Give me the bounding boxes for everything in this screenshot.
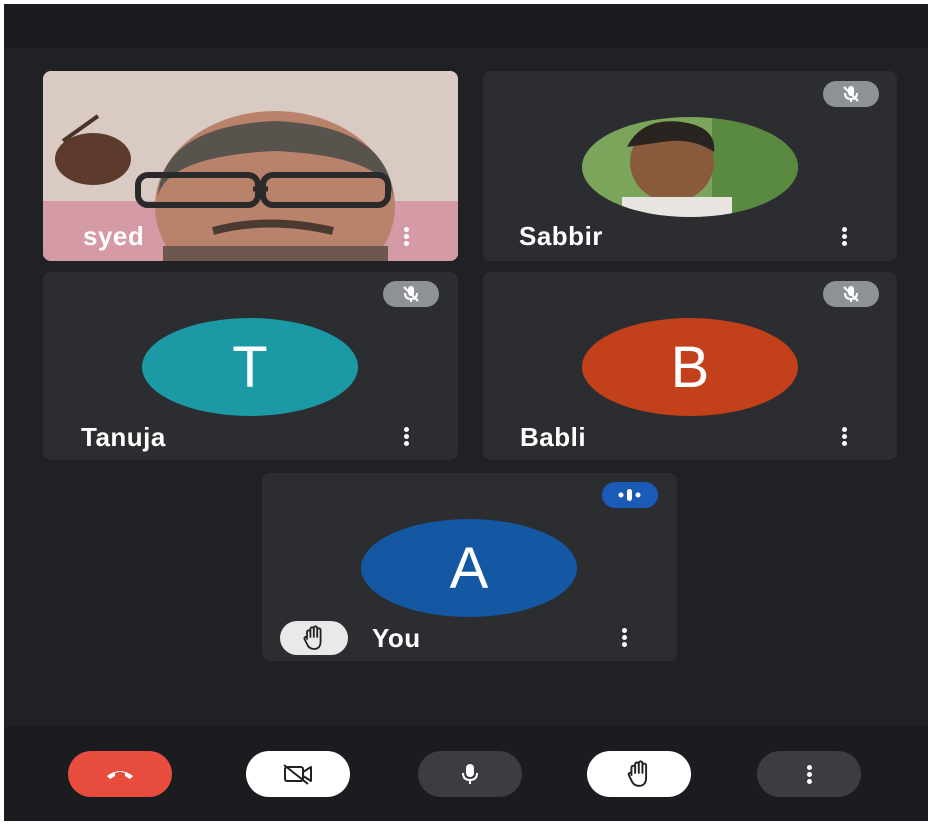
participant-tile-syed[interactable]: syed: [43, 71, 458, 261]
audio-level-icon: [618, 489, 641, 501]
video-off-icon: [283, 764, 312, 785]
more-vert-icon: [806, 763, 812, 786]
profile-photo: [582, 117, 798, 217]
mic-off-icon: [843, 86, 859, 102]
more-options-icon[interactable]: [615, 626, 633, 652]
participant-tile-tanuja[interactable]: T Tanuja: [43, 272, 458, 460]
participant-name: Babli: [520, 422, 587, 452]
raise-hand-button[interactable]: [587, 751, 691, 797]
participant-name: Sabbir: [519, 221, 603, 251]
raise-hand-icon: [627, 760, 648, 787]
mic-off-icon: [403, 286, 419, 302]
participant-name: Tanuja: [81, 422, 166, 452]
participant-tile-sabbir[interactable]: Sabbir: [483, 71, 897, 261]
avatar: T: [142, 318, 358, 416]
participant-tile-babli[interactable]: B Babli: [483, 272, 897, 460]
leave-call-button[interactable]: [68, 751, 172, 797]
mic-off-icon: [843, 286, 859, 302]
more-options-icon[interactable]: [835, 425, 853, 451]
speaking-badge: [602, 482, 658, 508]
more-options-icon[interactable]: [397, 425, 415, 451]
phone-hangup-icon: [107, 771, 133, 779]
participant-tile-you[interactable]: A You: [262, 473, 677, 661]
camera-toggle-button[interactable]: [246, 751, 350, 797]
participant-name: syed: [83, 221, 145, 251]
raise-hand-icon: [303, 625, 322, 650]
more-options-icon[interactable]: [397, 225, 415, 251]
more-options-button[interactable]: [757, 751, 861, 797]
meeting-screen: syed Sabbir T Tanuja B Babli A You: [4, 4, 928, 821]
avatar: A: [361, 519, 577, 617]
microphone-icon: [462, 764, 478, 784]
muted-badge: [823, 281, 879, 307]
avatar: B: [582, 318, 798, 416]
more-options-icon[interactable]: [835, 225, 853, 251]
muted-badge: [823, 81, 879, 107]
hand-raised-badge: [280, 621, 348, 655]
top-bar: [4, 4, 928, 48]
call-controls-bar: [4, 726, 928, 821]
participant-name: You: [372, 623, 421, 653]
muted-badge: [383, 281, 439, 307]
microphone-toggle-button[interactable]: [418, 751, 522, 797]
